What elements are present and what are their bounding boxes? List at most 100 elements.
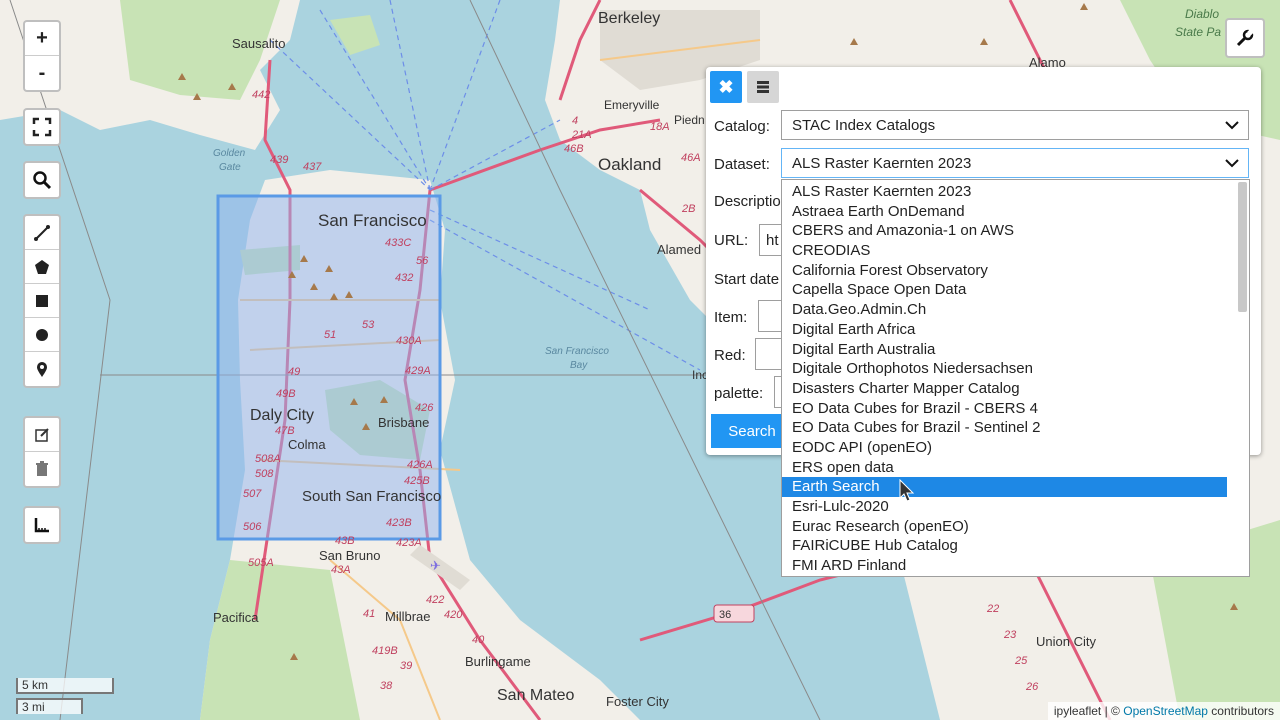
dataset-option[interactable]: California Forest Observatory <box>782 261 1227 281</box>
fullscreen-icon <box>32 117 52 137</box>
svg-text:439: 439 <box>270 154 288 166</box>
measure-icon <box>34 518 49 533</box>
label-state-park: State Pa <box>1175 25 1221 39</box>
svg-text:420: 420 <box>444 609 463 621</box>
search-icon <box>33 171 52 190</box>
toggle-toolbar-button[interactable] <box>1225 18 1265 58</box>
dataset-option[interactable]: Capella Space Open Data <box>782 280 1227 300</box>
svg-text:49B: 49B <box>276 388 296 400</box>
attribution: ipyleaflet | © OpenStreetMap contributor… <box>1047 702 1280 720</box>
svg-text:432: 432 <box>395 272 413 284</box>
label-millbrae: Millbrae <box>385 609 431 624</box>
delete-layers-button[interactable] <box>25 452 59 486</box>
svg-text:18A: 18A <box>650 121 670 133</box>
item-label: Item: <box>714 309 748 326</box>
dataset-option[interactable]: EO Data Cubes for Brazil - Sentinel 2 <box>782 418 1227 438</box>
scale-mi: 3 mi <box>16 698 83 714</box>
dataset-option[interactable]: EODC API (openEO) <box>782 438 1227 458</box>
dataset-option[interactable]: Esri-Lulc-2020 <box>782 497 1227 517</box>
zoom-out-button[interactable]: - <box>25 56 59 90</box>
svg-text:425B: 425B <box>404 475 430 487</box>
trash-icon <box>36 461 48 476</box>
attribution-suffix: contributors <box>1211 704 1274 718</box>
close-panel-button[interactable]: ✖ <box>710 71 742 103</box>
label-south-san-francisco: South San Francisco <box>302 488 441 505</box>
dataset-option[interactable]: CBERS and Amazonia-1 on AWS <box>782 221 1227 241</box>
label-san-mateo: San Mateo <box>497 687 574 704</box>
draw-polygon-button[interactable] <box>25 250 59 284</box>
label-san-francisco: San Francisco <box>318 211 427 230</box>
svg-text:506: 506 <box>243 521 262 533</box>
svg-text:✈: ✈ <box>430 558 441 573</box>
fullscreen-button[interactable] <box>25 110 59 144</box>
svg-text:26: 26 <box>1025 681 1039 693</box>
svg-text:51: 51 <box>324 329 336 341</box>
marker-icon <box>37 362 47 377</box>
dataset-option[interactable]: Earth Search <box>782 477 1227 497</box>
dataset-option[interactable]: CREODIAS <box>782 241 1227 261</box>
svg-text:43A: 43A <box>331 564 351 576</box>
wrench-icon <box>1236 29 1254 47</box>
label-union-city: Union City <box>1036 634 1096 649</box>
svg-text:56: 56 <box>416 255 429 267</box>
dataset-option[interactable]: FAIRiCUBE Hub Catalog <box>782 536 1227 556</box>
dataset-option[interactable]: FMI ARD Finland <box>782 556 1227 576</box>
dataset-option[interactable]: Eurac Research (openEO) <box>782 517 1227 537</box>
draw-toolbar <box>23 214 61 388</box>
palette-label: palette: <box>714 385 764 402</box>
dataset-option[interactable]: Astraea Earth OnDemand <box>782 202 1227 222</box>
label-golden: Golden <box>213 148 246 159</box>
dataset-option[interactable]: Digital Earth Africa <box>782 320 1227 340</box>
fullscreen-control <box>23 108 61 146</box>
dataset-option[interactable]: ALS Raster Kaernten 2023 <box>782 182 1227 202</box>
dataset-option[interactable]: ERS open data <box>782 458 1227 478</box>
dropdown-scrollbar[interactable] <box>1238 182 1247 312</box>
description-label: Descriptio <box>714 193 781 210</box>
svg-text:505A: 505A <box>248 557 274 569</box>
svg-text:53: 53 <box>362 319 375 331</box>
draw-marker-button[interactable] <box>25 352 59 386</box>
dataset-option[interactable]: Disasters Charter Mapper Catalog <box>782 379 1227 399</box>
svg-text:41: 41 <box>363 608 375 620</box>
label-pacifica: Pacifica <box>213 610 259 625</box>
search-control <box>23 161 61 199</box>
chevron-down-icon <box>1225 121 1239 130</box>
red-label: Red: <box>714 347 746 364</box>
panel-info-button[interactable] <box>747 71 779 103</box>
dataset-option[interactable]: Data.Geo.Admin.Ch <box>782 300 1227 320</box>
catalog-select[interactable]: STAC Index Catalogs <box>781 110 1249 140</box>
label-oakland: Oakland <box>598 155 661 174</box>
label-diablo: Diablo <box>1185 7 1219 21</box>
label-foster-city: Foster City <box>606 694 669 709</box>
dataset-option[interactable]: Digital Earth Australia <box>782 340 1227 360</box>
svg-text:38: 38 <box>380 680 393 692</box>
dataset-options: ALS Raster Kaernten 2023 Astraea Earth On… <box>782 180 1249 576</box>
svg-text:49: 49 <box>288 366 300 378</box>
svg-text:423B: 423B <box>386 517 412 529</box>
svg-text:426A: 426A <box>407 459 433 471</box>
draw-polyline-button[interactable] <box>25 216 59 250</box>
dataset-select[interactable]: ALS Raster Kaernten 2023 <box>781 148 1249 178</box>
svg-text:508A: 508A <box>255 453 281 465</box>
catalog-value: STAC Index Catalogs <box>792 116 936 134</box>
mouse-cursor <box>899 479 915 502</box>
osm-link[interactable]: OpenStreetMap <box>1123 704 1208 718</box>
measure-button[interactable] <box>25 508 59 542</box>
label-emeryville: Emeryville <box>604 98 660 112</box>
zoom-in-button[interactable]: + <box>25 22 59 56</box>
draw-rectangle-button[interactable] <box>25 284 59 318</box>
edit-layers-button[interactable] <box>25 418 59 452</box>
label-berkeley: Berkeley <box>598 10 660 27</box>
catalog-label: Catalog: <box>714 118 770 135</box>
map-search-button[interactable] <box>25 163 59 197</box>
draw-circle-button[interactable] <box>25 318 59 352</box>
label-daly-city: Daly City <box>250 407 314 424</box>
label-san-bruno: San Bruno <box>319 548 380 563</box>
label-alameda: Alamed <box>657 242 701 257</box>
dataset-option[interactable]: Digitale Orthophotos Niedersachsen <box>782 359 1227 379</box>
svg-text:507: 507 <box>243 488 262 500</box>
url-label: URL: <box>714 232 749 249</box>
svg-text:437: 437 <box>303 161 322 173</box>
dataset-option[interactable]: EO Data Cubes for Brazil - CBERS 4 <box>782 399 1227 419</box>
svg-text:4: 4 <box>572 115 578 127</box>
